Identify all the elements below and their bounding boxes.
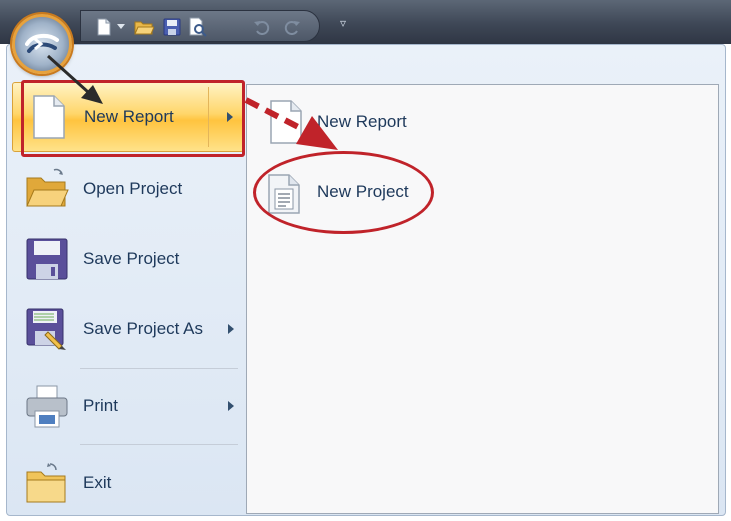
menu-item-label: Save Project — [83, 249, 180, 268]
menu-separator — [80, 368, 238, 369]
menu-item-exit[interactable]: Exit — [12, 448, 244, 518]
customize-toolbar-icon[interactable]: ▿ — [334, 14, 352, 32]
redo-icon[interactable] — [281, 16, 303, 38]
menu-item-label: Print — [83, 396, 118, 415]
menu-item-label: Save Project As — [83, 319, 204, 338]
menu-item-label: Open Project — [83, 179, 183, 198]
printer-icon — [24, 383, 70, 429]
print-preview-icon[interactable] — [187, 16, 209, 38]
menu-item-open-project[interactable]: Open Project — [12, 154, 244, 224]
new-document-icon[interactable] — [93, 16, 115, 38]
menu-separator — [80, 444, 238, 445]
quick-access-toolbar — [80, 10, 320, 42]
menu-item-label: Exit — [83, 473, 112, 492]
undo-icon[interactable] — [251, 16, 273, 38]
submenu-item-new-report[interactable]: New Report — [257, 91, 477, 153]
annotation-highlight-ellipse — [253, 151, 434, 234]
application-orb-icon[interactable] — [12, 14, 72, 74]
blank-page-icon — [263, 99, 307, 145]
save-icon[interactable] — [161, 16, 183, 38]
open-folder-icon — [24, 166, 70, 212]
submenu-arrow-icon[interactable] — [228, 324, 234, 334]
exit-folder-icon — [24, 460, 70, 506]
menu-item-print[interactable]: Print — [12, 371, 244, 441]
application-window: ▿ New Report Open Project Save Project S… — [0, 0, 731, 521]
floppy-disk-pencil-icon — [24, 306, 70, 352]
dropdown-arrow-icon[interactable] — [115, 16, 127, 38]
annotation-highlight-box — [21, 80, 245, 157]
floppy-disk-icon — [24, 236, 70, 282]
menu-item-save-project[interactable]: Save Project — [12, 224, 244, 294]
submenu-arrow-icon[interactable] — [228, 401, 234, 411]
open-folder-icon[interactable] — [133, 16, 155, 38]
submenu-item-label: New Report — [317, 112, 407, 131]
menu-item-save-project-as[interactable]: Save Project As — [12, 294, 244, 364]
new-report-submenu: New Report New Project — [246, 84, 719, 514]
